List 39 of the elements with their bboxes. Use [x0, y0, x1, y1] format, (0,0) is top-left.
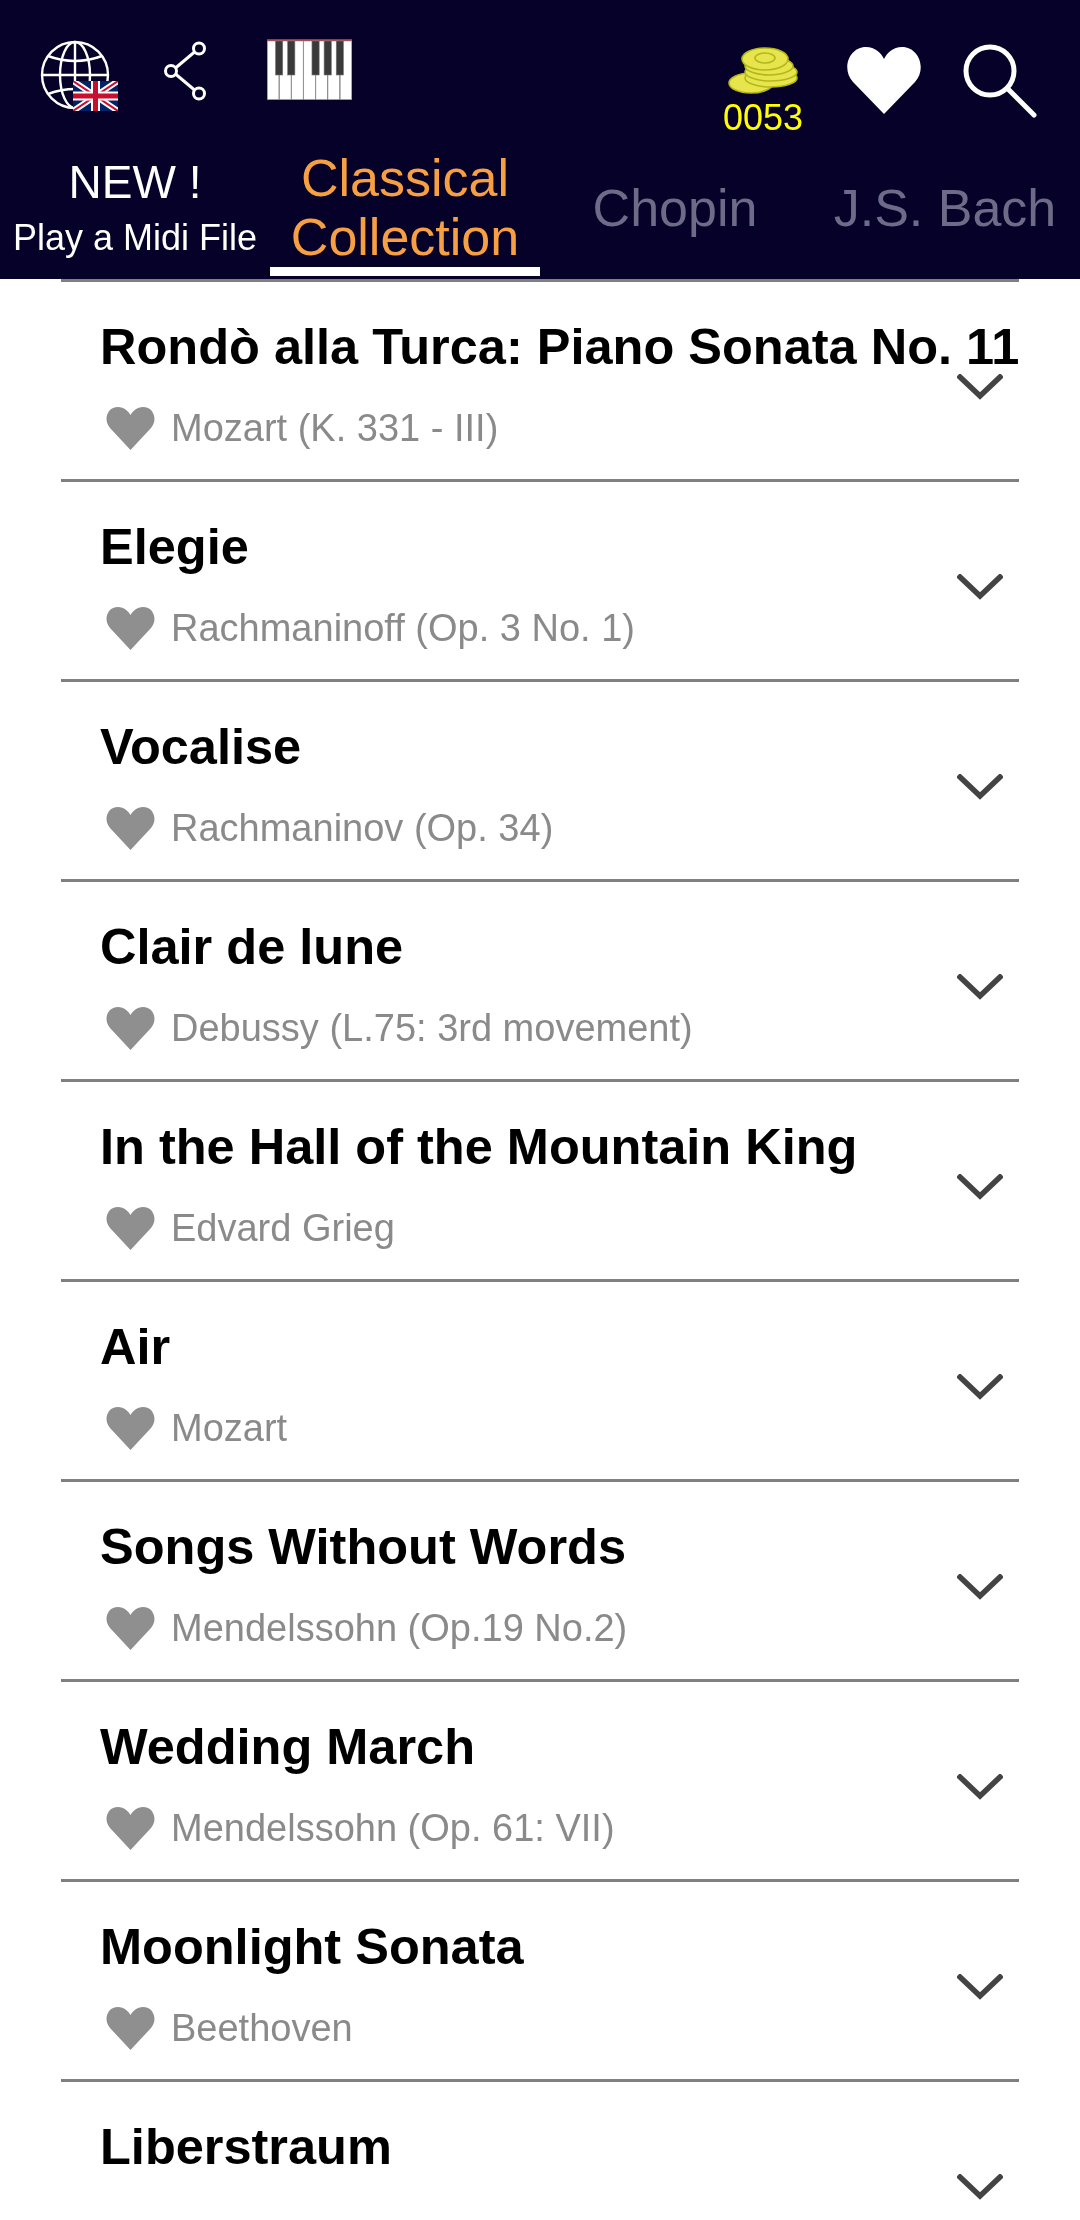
chevron-down-icon[interactable]	[957, 2173, 1003, 2200]
composer-label: Beethoven	[171, 2006, 353, 2051]
composer-label: Mendelssohn (Op.19 No.2)	[171, 1606, 628, 1651]
chevron-down-icon[interactable]	[957, 1573, 1003, 1600]
song-title: Elegie	[100, 522, 249, 572]
composer-label: Debussy (L.75: 3rd movement)	[171, 1006, 693, 1051]
chevron-down-icon[interactable]	[957, 1773, 1003, 1800]
chevron-down-icon[interactable]	[957, 773, 1003, 800]
song-title: Vocalise	[100, 722, 302, 772]
composer-label: Mozart	[171, 1406, 288, 1451]
share-icon[interactable]	[163, 41, 207, 101]
song-title: In the Hall of the Mountain King	[100, 1122, 858, 1172]
composer-label: Rachmaninoff (Op. 3 No. 1)	[171, 606, 635, 651]
chevron-down-icon[interactable]	[957, 1973, 1003, 2000]
search-icon[interactable]	[962, 43, 1038, 118]
piano-keys-icon[interactable]	[267, 39, 352, 100]
composer-label: Rachmaninov (Op. 34)	[171, 806, 554, 851]
chevron-down-icon[interactable]	[957, 973, 1003, 1000]
chevron-down-icon[interactable]	[957, 1173, 1003, 1200]
composer-label: Edvard Grieg	[171, 1206, 395, 1251]
composer-label: Mozart (K. 331 - III)	[171, 406, 499, 451]
tab[interactable]: Chopin	[540, 149, 810, 276]
chevron-down-icon[interactable]	[957, 573, 1003, 600]
song-title: Rondò alla Turca: Piano Sonata No. 11	[100, 322, 1020, 372]
chevron-down-icon[interactable]	[957, 1373, 1003, 1400]
composer-label: Mendelssohn (Op. 61: VII)	[171, 1806, 615, 1851]
coins-icon[interactable]	[727, 45, 799, 95]
song-title: Wedding March	[100, 1722, 476, 1772]
song-title: Songs Without Words	[100, 1522, 626, 1572]
song-title: Liberstraum	[100, 2122, 392, 2172]
coin-count: 0053	[722, 100, 804, 136]
song-title: Moonlight Sonata	[100, 1922, 524, 1972]
globe-flag-icon[interactable]	[40, 40, 118, 111]
song-title: Air	[100, 1322, 171, 1372]
tab[interactable]: NEW ! Play a Midi File	[0, 149, 270, 276]
song-title: Clair de lune	[100, 922, 404, 972]
chevron-down-icon[interactable]	[957, 373, 1003, 400]
tab[interactable]: J.S. Bach	[810, 149, 1080, 276]
heart-icon[interactable]	[844, 45, 924, 115]
